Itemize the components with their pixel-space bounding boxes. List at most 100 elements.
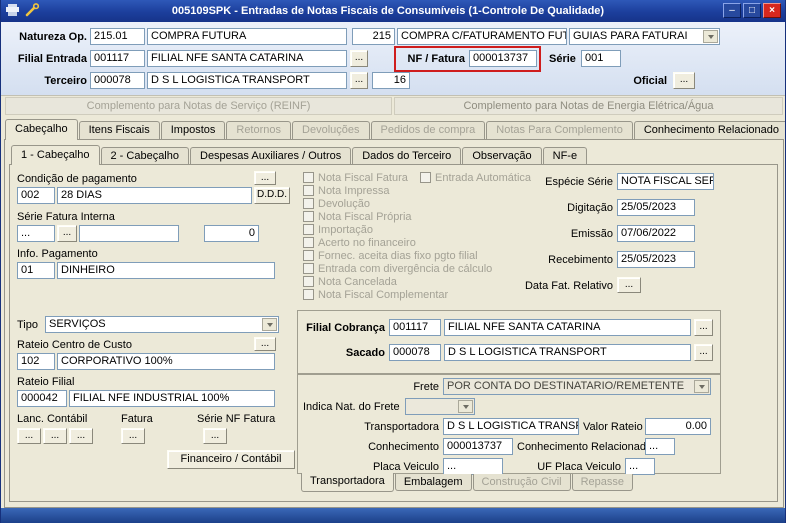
condicao-name-field[interactable]: 28 DIAS [57, 187, 252, 204]
serie-fatura-lookup-button[interactable]: ... [57, 225, 77, 242]
tab-construcao-civil: Construção Civil [472, 474, 571, 491]
checkbox-label: Fornec. aceita dias fixo pgto filial [318, 250, 478, 262]
terceiro-name-field[interactable]: D S L LOGISTICA TRANSPORT [147, 72, 347, 89]
filial-cobranca-lookup-button[interactable]: ... [694, 319, 713, 336]
filial-cobranca-label: Filial Cobrança [306, 322, 385, 334]
digitacao-field[interactable]: 25/05/2023 [617, 199, 695, 216]
tab-impostos[interactable]: Impostos [160, 121, 226, 139]
sacado-name-field[interactable]: D S L LOGISTICA TRANSPORT [444, 344, 691, 361]
subtab-despesas[interactable]: Despesas Auxiliares / Outros [190, 147, 352, 164]
sacado-code-field[interactable]: 000078 [389, 344, 441, 361]
tab-cabecalho[interactable]: Cabeçalho [5, 119, 78, 140]
terceiro-lookup-button[interactable]: ... [350, 72, 368, 89]
tab-retornos: Retornos [226, 121, 292, 139]
financeiro-contabil-button[interactable]: Financeiro / Contábil [167, 450, 295, 469]
transportadora-field[interactable]: D S L LOGISTICA TRANSPOI [443, 418, 579, 435]
condicao-pagamento-label: Condição de pagamento [17, 173, 137, 185]
frete-select: POR CONTA DO DESTINATARIO/REMETENTE [443, 378, 711, 395]
natureza-op-code-field[interactable]: 215.01 [90, 28, 145, 45]
terceiro-loja-field[interactable]: 16 [372, 72, 410, 89]
checkbox-label: Nota Fiscal Própria [318, 211, 412, 223]
rateio-filial-code-field[interactable]: 000042 [17, 390, 67, 407]
data-fat-relativo-button[interactable]: ... [617, 277, 641, 293]
oficial-label: Oficial [633, 75, 667, 87]
serie-fatura-field-2[interactable] [79, 225, 179, 242]
tab-devolucoes: Devoluções [292, 121, 370, 139]
recebimento-field[interactable]: 25/05/2023 [617, 251, 695, 268]
lanc-contabil-button-3[interactable]: ... [69, 428, 93, 444]
subtab-nfe[interactable]: NF-e [542, 147, 588, 164]
natureza-op-name-field[interactable]: COMPRA FUTURA [147, 28, 347, 45]
filial-lookup-button[interactable]: ... [350, 50, 368, 67]
tipo-select[interactable]: SERVIÇOS [45, 316, 279, 333]
rateio-cc-code-field[interactable]: 102 [17, 353, 55, 370]
complemento-energia-header[interactable]: Complemento para Notas de Energia Elétri… [394, 97, 783, 115]
tab-transportadora[interactable]: Transportadora [301, 473, 394, 492]
filial-cobranca-name-field[interactable]: FILIAL NFE SANTA CATARINA [444, 319, 691, 336]
title-bar: 005109SPK - Entradas de Notas Fiscais de… [1, 0, 785, 22]
tab-repasse: Repasse [571, 474, 634, 491]
checkbox-label: Nota Impressa [318, 185, 390, 197]
lanc-contabil-button-2[interactable]: ... [43, 428, 67, 444]
chevron-down-icon [458, 400, 473, 413]
natureza-op-name2-field[interactable]: COMPRA C/FATURAMENTO FUTURO [397, 28, 567, 45]
sacado-label: Sacado [345, 347, 385, 359]
checkbox-entrada-automatica [420, 172, 431, 183]
checkbox-nota-cancelada [303, 276, 314, 287]
info-pagamento-label: Info. Pagamento [17, 248, 98, 260]
rateio-cc-name-field[interactable]: CORPORATIVO 100% [57, 353, 275, 370]
filial-entrada-code-field[interactable]: 001117 [90, 50, 145, 67]
rateio-cc-lookup-button[interactable]: ... [254, 337, 276, 351]
tab-embalagem[interactable]: Embalagem [394, 474, 472, 491]
subtab-2-cabecalho[interactable]: 2 - Cabeçalho [100, 147, 189, 164]
emissao-label: Emissão [570, 228, 613, 240]
sacado-lookup-button[interactable]: ... [694, 344, 713, 361]
info-pagamento-name-field[interactable]: DINHEIRO [57, 262, 275, 279]
checkbox-importacao [303, 224, 314, 235]
serie-nf-fatura-button[interactable]: ... [203, 428, 227, 444]
wrench-icon[interactable] [25, 2, 40, 20]
oficial-lookup-button[interactable]: ... [673, 72, 695, 89]
tab-itens-fiscais[interactable]: Itens Fiscais [78, 121, 160, 139]
serie-field[interactable]: 001 [581, 50, 621, 67]
subtab-1-cabecalho[interactable]: 1 - Cabeçalho [11, 145, 100, 165]
window-title: 005109SPK - Entradas de Notas Fiscais de… [171, 5, 605, 17]
serie-fatura-field-1[interactable]: ... [17, 225, 55, 242]
lanc-contabil-button-1[interactable]: ... [17, 428, 41, 444]
subtab-dados-terceiro[interactable]: Dados do Terceiro [352, 147, 462, 164]
conhecimento-relacionado-field[interactable]: ... [645, 438, 675, 455]
maximize-button[interactable]: □ [743, 3, 761, 18]
data-fat-relativo-label: Data Fat. Relativo [524, 280, 613, 292]
checkbox-nota-fiscal-complementar [303, 289, 314, 300]
lanc-contabil-label: Lanc. Contábil [17, 413, 88, 425]
emissao-field[interactable]: 07/06/2022 [617, 225, 695, 242]
filial-cobranca-code-field[interactable]: 001117 [389, 319, 441, 336]
filial-entrada-name-field[interactable]: FILIAL NFE SANTA CATARINA [147, 50, 347, 67]
minimize-button[interactable]: – [723, 3, 741, 18]
conhecimento-field[interactable]: 000013737 [443, 438, 513, 455]
especie-serie-field[interactable]: NOTA FISCAL SER [617, 173, 714, 190]
transporte-tabs: Transportadora Embalagem Construção Civi… [301, 473, 634, 492]
terceiro-code-field[interactable]: 000078 [90, 72, 145, 89]
condicao-code-field[interactable]: 002 [17, 187, 55, 204]
chevron-down-icon[interactable] [262, 318, 277, 331]
recebimento-label: Recebimento [548, 254, 613, 266]
chevron-down-icon[interactable] [703, 30, 718, 43]
natureza-tipo-select[interactable]: GUIAS PARA FATURAI [569, 28, 720, 45]
subtab-observacao[interactable]: Observação [462, 147, 542, 164]
close-button[interactable]: × [763, 3, 781, 18]
checkbox-divergencia-calculo [303, 263, 314, 274]
condicao-lookup-button[interactable]: ... [254, 171, 276, 185]
info-pagamento-code-field[interactable]: 01 [17, 262, 55, 279]
checkbox-label: Entrada com divergência de cálculo [318, 263, 493, 275]
valor-rateio-field[interactable]: 0.00 [645, 418, 711, 435]
fatura-button[interactable]: ... [121, 428, 145, 444]
checkbox-nota-impressa [303, 185, 314, 196]
ddd-button[interactable]: D.D.D. [254, 187, 290, 204]
printer-icon[interactable] [5, 3, 20, 20]
rateio-filial-name-field[interactable]: FILIAL NFE INDUSTRIAL 100% [69, 390, 275, 407]
terceiro-label: Terceiro [44, 75, 87, 87]
serie-fatura-field-3[interactable]: 0 [204, 225, 259, 242]
tab-conhecimento-relacionado[interactable]: Conhecimento Relacionado [633, 121, 785, 139]
natureza-op-code2-field[interactable]: 215 [352, 28, 395, 45]
